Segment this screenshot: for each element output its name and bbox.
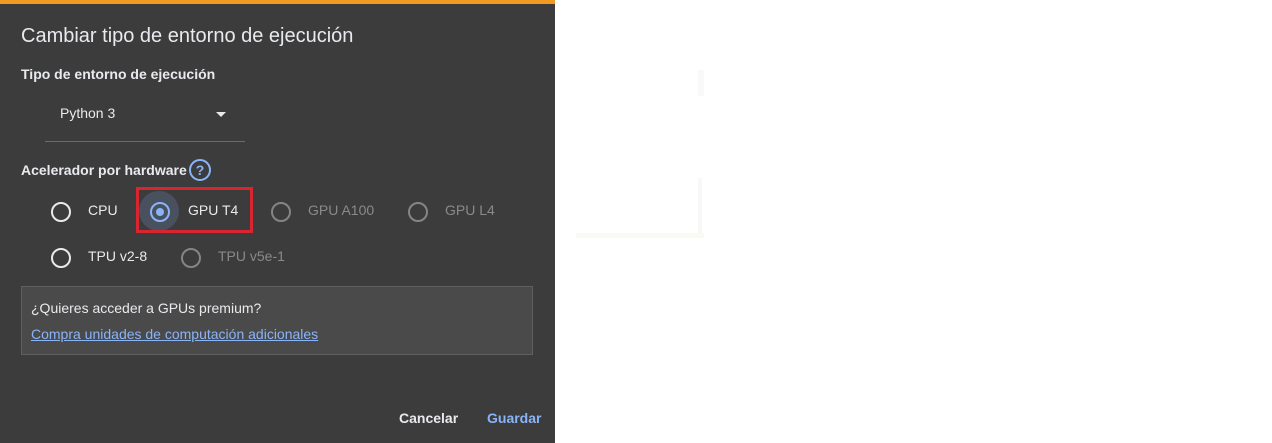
- dialog-title: Cambiar tipo de entorno de ejecución: [21, 25, 354, 47]
- radio-label: GPU L4: [445, 202, 495, 218]
- premium-question: ¿Quieres acceder a GPUs premium?: [31, 300, 262, 316]
- radio-circle: [271, 202, 291, 222]
- cancel-button[interactable]: Cancelar: [399, 410, 458, 426]
- hardware-accelerator-label: Acelerador por hardware: [21, 162, 187, 178]
- radio-circle: [51, 248, 71, 268]
- radio-label: TPU v5e-1: [218, 248, 285, 264]
- radio-circle: [181, 248, 201, 268]
- runtime-type-select[interactable]: Python 3: [45, 98, 245, 142]
- question-circle-icon[interactable]: ?: [189, 159, 211, 181]
- runtime-type-label: Tipo de entorno de ejecución: [21, 66, 216, 82]
- dropdown-caret-icon: [216, 112, 226, 117]
- save-button[interactable]: Guardar: [487, 410, 541, 426]
- runtime-type-value: Python 3: [60, 105, 116, 121]
- radio-circle: [51, 202, 71, 222]
- radio-circle: [408, 202, 428, 222]
- runtime-dialog: Cambiar tipo de entorno de ejecución Tip…: [0, 0, 555, 443]
- background-artifact: [698, 70, 704, 96]
- radio-label: CPU: [88, 202, 118, 218]
- highlight-annotation: [136, 187, 253, 233]
- premium-gpu-panel: ¿Quieres acceder a GPUs premium? Compra …: [21, 286, 533, 355]
- radio-label: TPU v2-8: [88, 248, 148, 264]
- background-artifact: [576, 233, 704, 238]
- progress-bar: [0, 0, 555, 4]
- buy-compute-units-link[interactable]: Compra unidades de computación adicional…: [31, 326, 318, 342]
- background-artifact: [698, 178, 702, 238]
- radio-label: GPU A100: [308, 202, 375, 218]
